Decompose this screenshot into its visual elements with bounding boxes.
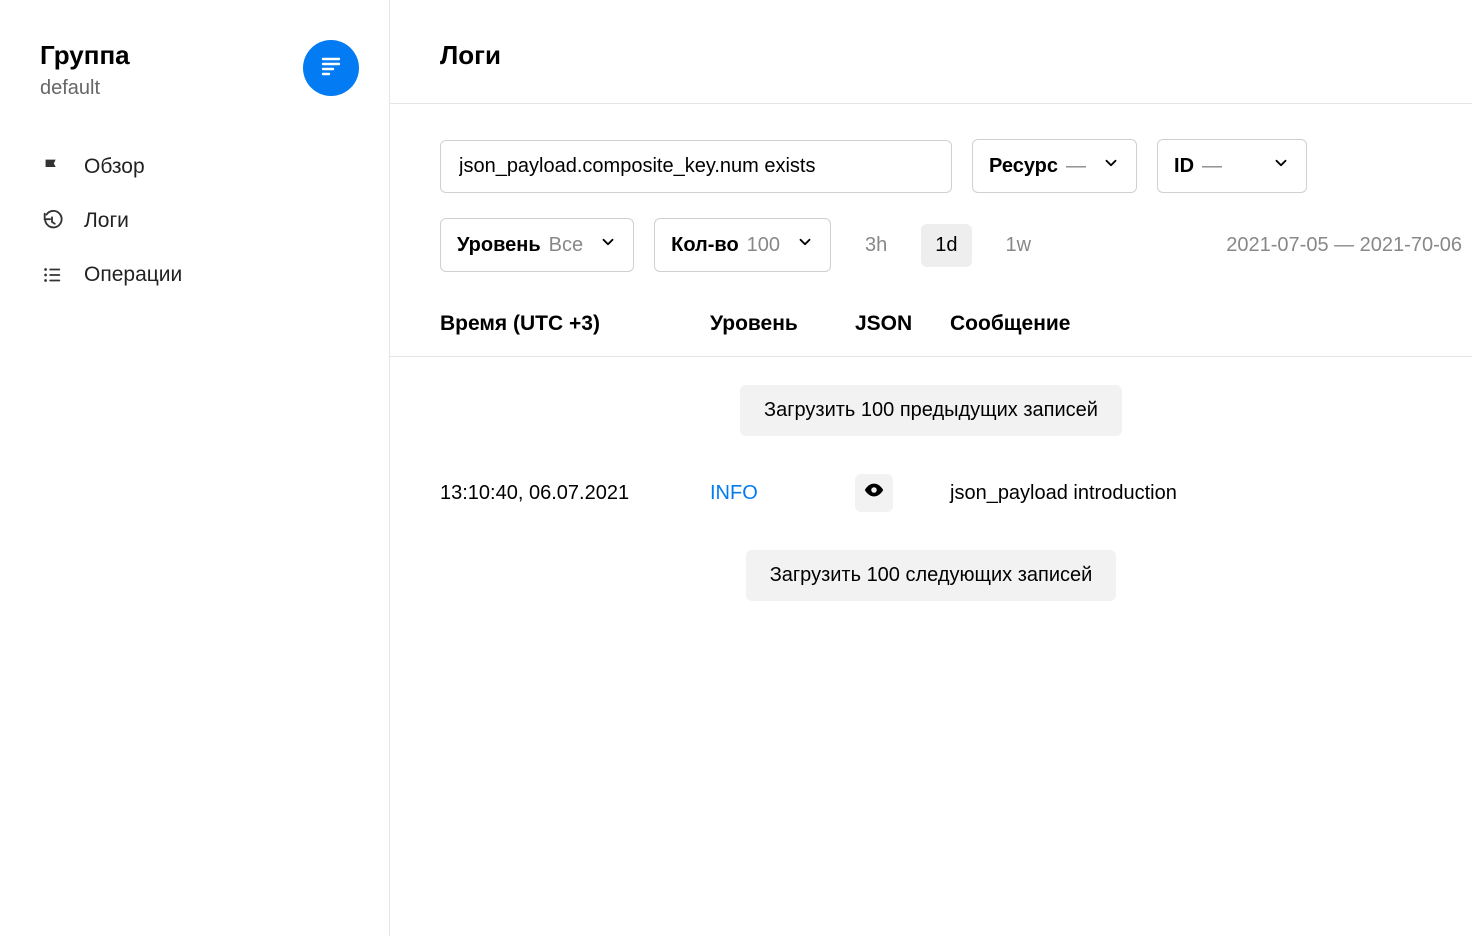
filters: Ресурс — ID — Уровень Все	[390, 104, 1472, 272]
load-next-button[interactable]: Загрузить 100 следующих записей	[746, 550, 1117, 601]
page-title: Логи	[390, 40, 1472, 104]
filter-row-2: Уровень Все Кол-во 100 3h 1d 1w 2021-07-…	[440, 218, 1472, 272]
history-icon	[40, 210, 64, 232]
main: Логи Ресурс — ID —	[390, 0, 1472, 936]
list-settings-icon	[40, 264, 64, 286]
resource-label: Ресурс	[989, 155, 1058, 178]
filter-row-1: Ресурс — ID —	[440, 139, 1472, 193]
sidebar-item-label: Логи	[84, 209, 129, 233]
sidebar-item-logs[interactable]: Логи	[40, 209, 359, 233]
level-select[interactable]: Уровень Все	[440, 218, 634, 272]
log-time: 13:10:40, 06.07.2021	[440, 482, 710, 505]
load-prev-button[interactable]: Загрузить 100 предыдущих записей	[740, 385, 1122, 436]
sidebar-item-overview[interactable]: Обзор	[40, 155, 359, 179]
resource-value: —	[1066, 155, 1086, 178]
sidebar-item-label: Операции	[84, 263, 182, 287]
col-header-json: JSON	[855, 312, 950, 336]
sidebar-nav: Обзор Логи Операции	[40, 155, 359, 287]
count-value: 100	[747, 234, 780, 257]
load-prev-bar: Загрузить 100 предыдущих записей	[390, 357, 1472, 464]
level-value: Все	[549, 234, 583, 257]
document-lines-icon	[319, 54, 343, 83]
count-select[interactable]: Кол-во 100	[654, 218, 831, 272]
id-label: ID	[1174, 155, 1194, 178]
query-input[interactable]	[440, 140, 952, 193]
id-select[interactable]: ID —	[1157, 139, 1307, 193]
range-1d[interactable]: 1d	[921, 224, 971, 267]
range-1w[interactable]: 1w	[992, 224, 1046, 267]
range-3h[interactable]: 3h	[851, 224, 901, 267]
sidebar: Группа default Обзор Логи	[0, 0, 390, 936]
eye-icon	[863, 479, 885, 507]
table-header: Время (UTC +3) Уровень JSON Сообщение	[390, 272, 1472, 357]
date-range: 2021-07-05 — 2021-70-06	[1226, 234, 1472, 257]
log-message: json_payload introduction	[950, 482, 1472, 505]
sidebar-item-operations[interactable]: Операции	[40, 263, 359, 287]
group-label: Группа	[40, 40, 130, 71]
load-next-bar: Загрузить 100 следующих записей	[390, 522, 1472, 629]
col-header-message: Сообщение	[950, 312, 1472, 336]
logs-round-button[interactable]	[303, 40, 359, 96]
flag-icon	[40, 156, 64, 178]
chevron-down-icon	[796, 233, 814, 257]
sidebar-item-label: Обзор	[84, 155, 145, 179]
chevron-down-icon	[1102, 154, 1120, 178]
log-json	[855, 474, 950, 512]
group-name: default	[40, 77, 130, 100]
count-label: Кол-во	[671, 234, 739, 257]
view-json-button[interactable]	[855, 474, 893, 512]
table-row: 13:10:40, 06.07.2021 INFO json_payload i…	[390, 464, 1472, 522]
chevron-down-icon	[599, 233, 617, 257]
col-header-time: Время (UTC +3)	[440, 312, 710, 336]
id-value: —	[1202, 155, 1222, 178]
sidebar-header: Группа default	[40, 40, 359, 100]
chevron-down-icon	[1272, 154, 1290, 178]
log-level: INFO	[710, 482, 855, 505]
resource-select[interactable]: Ресурс —	[972, 139, 1137, 193]
group-block: Группа default	[40, 40, 130, 100]
col-header-level: Уровень	[710, 312, 855, 336]
level-label: Уровень	[457, 234, 541, 257]
